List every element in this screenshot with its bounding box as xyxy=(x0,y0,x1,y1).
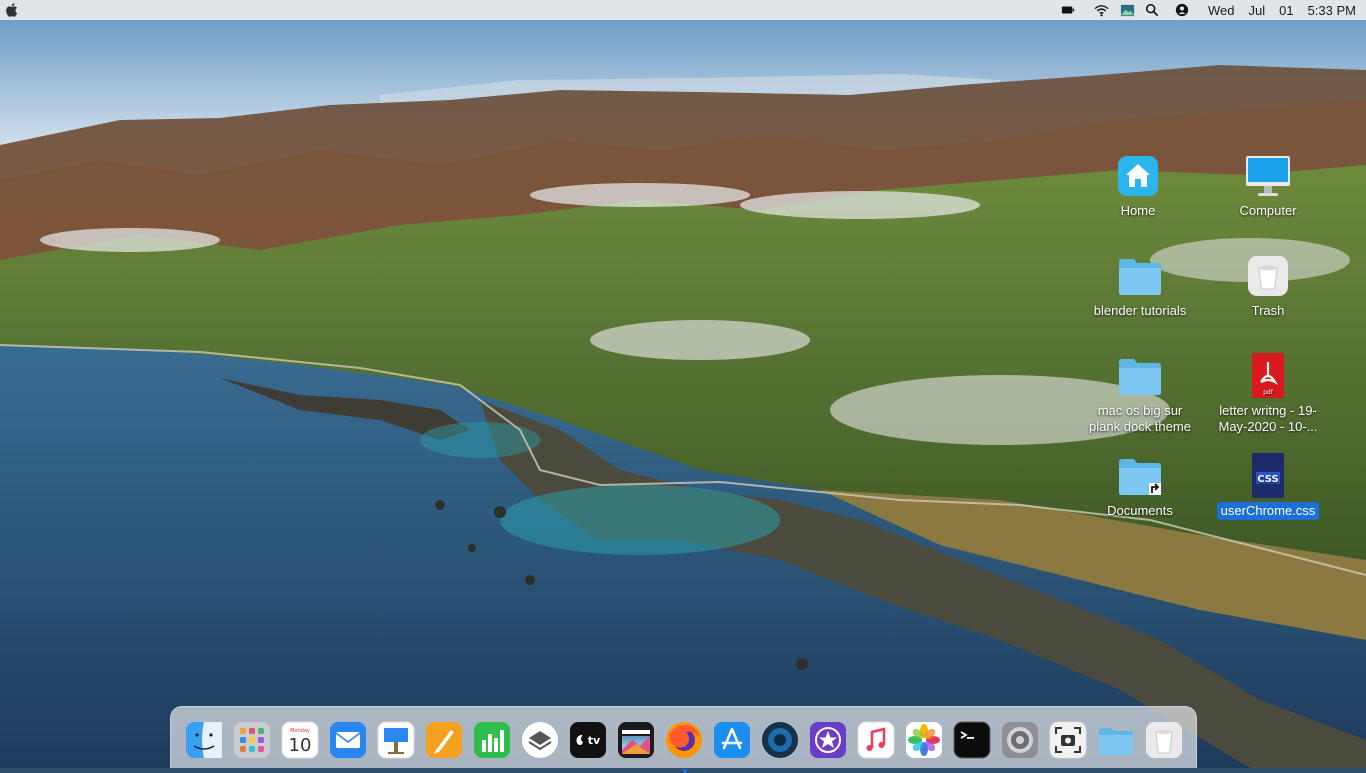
numbers-icon xyxy=(474,722,510,758)
dock-item-imovie[interactable] xyxy=(808,720,848,760)
dock-item-firefox[interactable] xyxy=(664,720,704,773)
wifi-icon[interactable] xyxy=(1094,2,1110,18)
search-icon[interactable] xyxy=(1144,2,1160,18)
finder-icon xyxy=(186,722,222,758)
pdf-file-icon: pdf xyxy=(1244,352,1292,400)
desktop-icon-userchrome-css[interactable]: CSS userChrome.css xyxy=(1208,452,1328,520)
dock-item-trash[interactable] xyxy=(1144,720,1184,760)
home-folder-icon xyxy=(1114,152,1162,200)
dock-item-calendar[interactable]: Monday 10 xyxy=(280,720,320,760)
screenshot-icon xyxy=(1049,721,1087,759)
label-line-2: May-2020 - 10-... xyxy=(1218,419,1318,434)
clock-day: Wed xyxy=(1207,2,1235,18)
label-line-1: mac os big sur xyxy=(1097,403,1183,418)
desktop-icon-macos-theme[interactable]: mac os big sur plank dock theme xyxy=(1080,352,1200,436)
terminal-icon xyxy=(953,721,991,759)
label-line-1: letter writng - 19- xyxy=(1219,403,1317,418)
calendar-month-label: Monday xyxy=(290,728,310,734)
keynote-icon xyxy=(377,721,415,759)
blue-circle-app-icon xyxy=(762,722,798,758)
dock-item-system-preferences[interactable] xyxy=(1000,720,1040,760)
user-icon[interactable] xyxy=(1174,2,1190,18)
dock-item-photos[interactable] xyxy=(904,720,944,760)
desktop-icon-label: userChrome.css xyxy=(1216,502,1320,520)
dock: Monday 10 tv xyxy=(170,706,1197,773)
dock-item-apple-tv[interactable]: tv xyxy=(568,720,608,760)
photos-icon xyxy=(906,722,942,758)
dock-item-numbers[interactable] xyxy=(472,720,512,760)
desktop-icon-computer[interactable]: Computer xyxy=(1208,152,1328,220)
firefox-icon xyxy=(666,722,702,758)
dock-item-launchpad[interactable] xyxy=(232,720,272,760)
desktop-icon-label: Trash xyxy=(1251,303,1285,318)
dock-item-layers[interactable] xyxy=(520,720,560,760)
desktop-icon-label: Home xyxy=(1120,203,1156,218)
dock-item-keynote[interactable] xyxy=(376,720,416,760)
pdf-badge: pdf xyxy=(1263,389,1274,396)
dock-item-app-store[interactable] xyxy=(712,720,752,760)
dock-item-music[interactable] xyxy=(856,720,896,760)
dock-item-screenshot[interactable] xyxy=(1048,720,1088,760)
battery-icon[interactable] xyxy=(1060,2,1076,18)
desktop-icon-letter-pdf[interactable]: pdf letter writng - 19- May-2020 - 10-... xyxy=(1208,352,1328,436)
calendar-day-label: 10 xyxy=(289,735,312,756)
trash-icon xyxy=(1244,252,1292,300)
folder-icon xyxy=(1116,252,1164,300)
computer-icon xyxy=(1244,152,1292,200)
label-line-2: plank dock theme xyxy=(1089,419,1191,434)
launchpad-icon xyxy=(234,722,270,758)
folder-icon xyxy=(1099,728,1133,755)
photo-app-icon[interactable] xyxy=(1120,2,1136,18)
calendar-icon: Monday10 xyxy=(281,721,319,759)
gear-icon xyxy=(1002,722,1038,758)
desktop-icon-label: mac os big sur plank dock theme xyxy=(1085,402,1195,436)
dock-item-pages[interactable] xyxy=(424,720,464,760)
desktop-icon-label: Computer xyxy=(1239,203,1297,218)
dock-item-final-cut[interactable] xyxy=(616,720,656,760)
app-store-icon xyxy=(714,722,750,758)
dock-item-terminal[interactable] xyxy=(952,720,992,760)
folder-link-icon xyxy=(1116,452,1164,500)
clock-month: Jul xyxy=(1248,2,1266,18)
final-cut-icon xyxy=(618,722,654,758)
clock-date: 01 xyxy=(1279,2,1294,18)
mail-icon xyxy=(330,722,366,758)
tv-label: tv xyxy=(588,734,601,747)
desktop-icon-documents[interactable]: Documents xyxy=(1080,452,1200,520)
dock-item-blue-circle[interactable] xyxy=(760,720,800,760)
apple-tv-icon: tv xyxy=(570,722,606,758)
desktop-icon-home[interactable]: Home xyxy=(1078,152,1198,220)
desktop-icon-blender-tutorials[interactable]: blender tutorials xyxy=(1080,252,1200,320)
desktop-icon-trash[interactable]: Trash xyxy=(1208,252,1328,320)
css-file-icon: CSS xyxy=(1244,452,1292,500)
folder-icon xyxy=(1116,352,1164,400)
trash-icon xyxy=(1146,722,1182,758)
imovie-icon xyxy=(810,722,846,758)
layers-icon xyxy=(522,722,558,758)
running-indicator xyxy=(683,769,687,773)
dock-item-folder[interactable] xyxy=(1096,720,1136,760)
clock[interactable]: Wed Jul 01 5:33 PM xyxy=(1208,3,1356,18)
system-tray: Wed Jul 01 5:33 PM xyxy=(1056,0,1366,20)
menu-bar: Wed Jul 01 5:33 PM xyxy=(0,0,1366,20)
css-badge: CSS xyxy=(1257,474,1278,485)
apple-menu-icon[interactable] xyxy=(5,2,19,18)
desktop-icon-label: blender tutorials xyxy=(1093,303,1187,318)
music-icon xyxy=(857,721,895,759)
pages-icon xyxy=(426,722,462,758)
desktop-icon-label: Documents xyxy=(1107,503,1173,518)
dock-item-finder[interactable] xyxy=(184,720,224,760)
clock-time: 5:33 PM xyxy=(1307,2,1356,18)
desktop-icon-label: letter writng - 19- May-2020 - 10-... xyxy=(1215,402,1322,436)
dock-item-mail[interactable] xyxy=(328,720,368,760)
